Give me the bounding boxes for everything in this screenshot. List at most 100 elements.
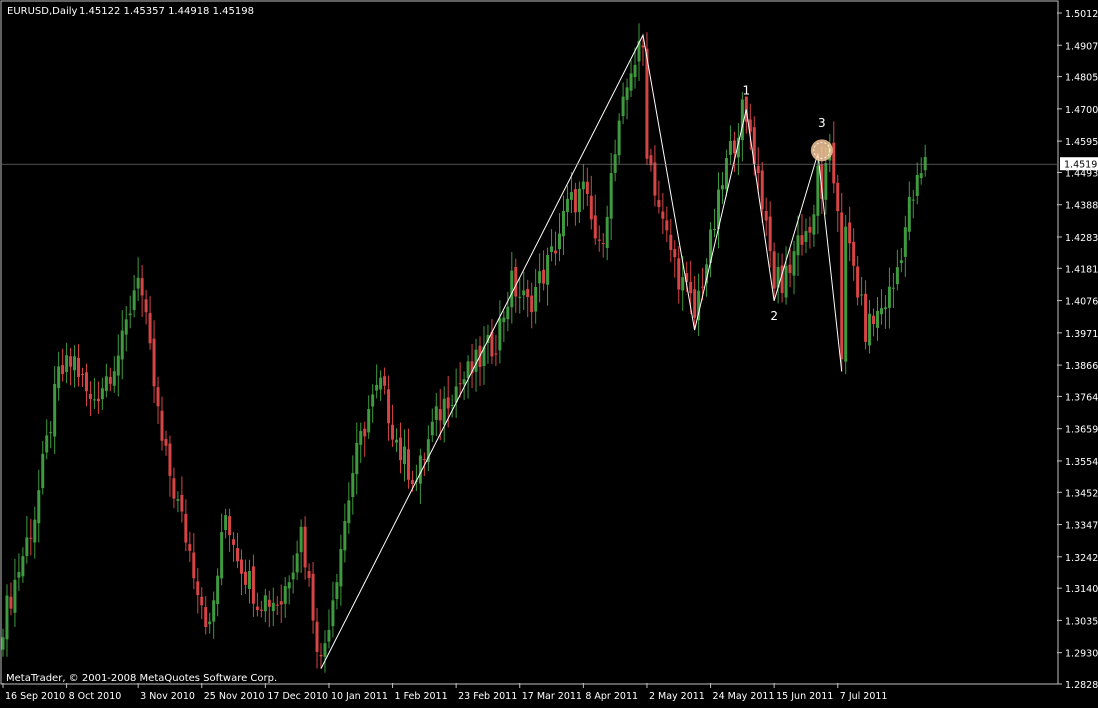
candle-body (315, 621, 319, 652)
y-tick-label: 1.50120 (1065, 9, 1098, 20)
candle-body (49, 432, 53, 434)
candle-body (363, 428, 367, 437)
price-chart[interactable]: 1 2 3 1.50120 1.49070 1.48050 1.47000 1.45950 1… (0, 0, 1098, 704)
y-tick-label: 1.33470 (1065, 521, 1098, 532)
y-tick-label: 1.31400 (1065, 584, 1098, 595)
candle-body (17, 572, 21, 578)
candle-body (756, 165, 760, 174)
candle-body (339, 548, 343, 587)
candle-body (387, 389, 391, 424)
candle-body (140, 278, 144, 296)
candle-body (331, 600, 335, 627)
candle-body (816, 165, 820, 216)
current-price-label: 1.45198 (1064, 160, 1098, 171)
y-tick-label: 1.41810 (1065, 264, 1098, 275)
candle-body (514, 266, 518, 297)
candle-body (295, 553, 299, 573)
candle-body (661, 211, 665, 219)
candle-body (569, 192, 573, 200)
candle-body (923, 157, 927, 171)
candle-body (458, 383, 462, 385)
candle-body (96, 398, 100, 402)
candle-body (673, 249, 677, 258)
candle-body (228, 516, 232, 536)
candle-body (359, 430, 363, 445)
candle-body (236, 548, 240, 562)
candle-body (224, 515, 228, 531)
candle-body (283, 586, 287, 604)
x-tick-label: 8 Apr 2011 (585, 691, 638, 702)
candle-body (53, 383, 57, 437)
candle-body (112, 371, 116, 386)
x-tick-label: 3 Nov 2010 (140, 691, 195, 702)
candle-body (156, 387, 160, 407)
candle-body (184, 513, 188, 543)
candle-body (446, 397, 450, 409)
candle-body (589, 195, 593, 220)
candle-body (136, 277, 140, 289)
candle-body (442, 398, 446, 425)
y-tick-label: 1.45950 (1065, 137, 1098, 148)
candle-body (720, 185, 724, 190)
candle-body (510, 270, 514, 308)
candle-body (327, 629, 331, 642)
candle-body (629, 73, 633, 91)
candle-body (430, 421, 434, 436)
candle-body (812, 214, 816, 235)
candle-body (534, 286, 538, 312)
candle-body (267, 599, 271, 607)
x-tick-label: 24 May 2011 (713, 691, 775, 702)
candle-body (498, 318, 502, 351)
candle (844, 214, 848, 375)
candle-body (561, 211, 565, 237)
candle-body (355, 442, 359, 475)
y-tick-label: 1.42830 (1065, 233, 1098, 244)
candle-body (864, 293, 868, 342)
candle-body (887, 286, 891, 308)
chart-header-ohlc: 1.45122 1.45357 1.44918 1.45198 (79, 6, 254, 17)
candle-body (108, 376, 112, 384)
candle-body (669, 234, 673, 251)
x-tick-label: 2 May 2011 (649, 691, 705, 702)
chart-background (0, 0, 1098, 704)
x-tick-label: 25 Nov 2010 (204, 691, 265, 702)
candle-body (271, 602, 275, 612)
candle-body (120, 330, 124, 360)
y-tick-label: 1.49070 (1065, 41, 1098, 52)
candle-body (243, 571, 247, 585)
candle-body (891, 287, 895, 289)
x-tick-label: 17 Dec 2010 (267, 691, 328, 702)
candle-body (84, 372, 88, 392)
candle-body (307, 571, 311, 578)
candle-body (247, 570, 251, 590)
copyright-text: MetaTrader, © 2001-2008 MetaQuotes Softw… (6, 673, 277, 684)
candle-body (550, 246, 554, 252)
candle-body (601, 243, 605, 245)
candle-body (613, 154, 617, 173)
candle-body (860, 294, 864, 296)
candle-body (577, 188, 581, 213)
candle-body (677, 258, 681, 290)
candle-body (367, 409, 371, 433)
candle-body (164, 439, 168, 446)
candle-body (625, 87, 629, 100)
candle-body (585, 181, 589, 194)
candle-body (657, 200, 661, 208)
candle-body (466, 361, 470, 379)
candle-body (232, 539, 236, 545)
candle-body (840, 212, 844, 360)
candle-body (724, 157, 728, 190)
candle-body (65, 355, 69, 372)
candle-body (77, 357, 81, 377)
candle-body (836, 182, 840, 212)
x-tick-label: 15 Jun 2011 (776, 691, 833, 702)
candle-body (263, 595, 267, 612)
candle-body (323, 643, 327, 657)
candle-body (180, 494, 184, 512)
candle-body (216, 575, 220, 605)
y-tick-label: 1.38660 (1065, 361, 1098, 372)
candle-body (29, 537, 33, 539)
candle-body (311, 573, 315, 621)
candle-body (689, 281, 693, 294)
y-tick-label: 1.36590 (1065, 425, 1098, 436)
